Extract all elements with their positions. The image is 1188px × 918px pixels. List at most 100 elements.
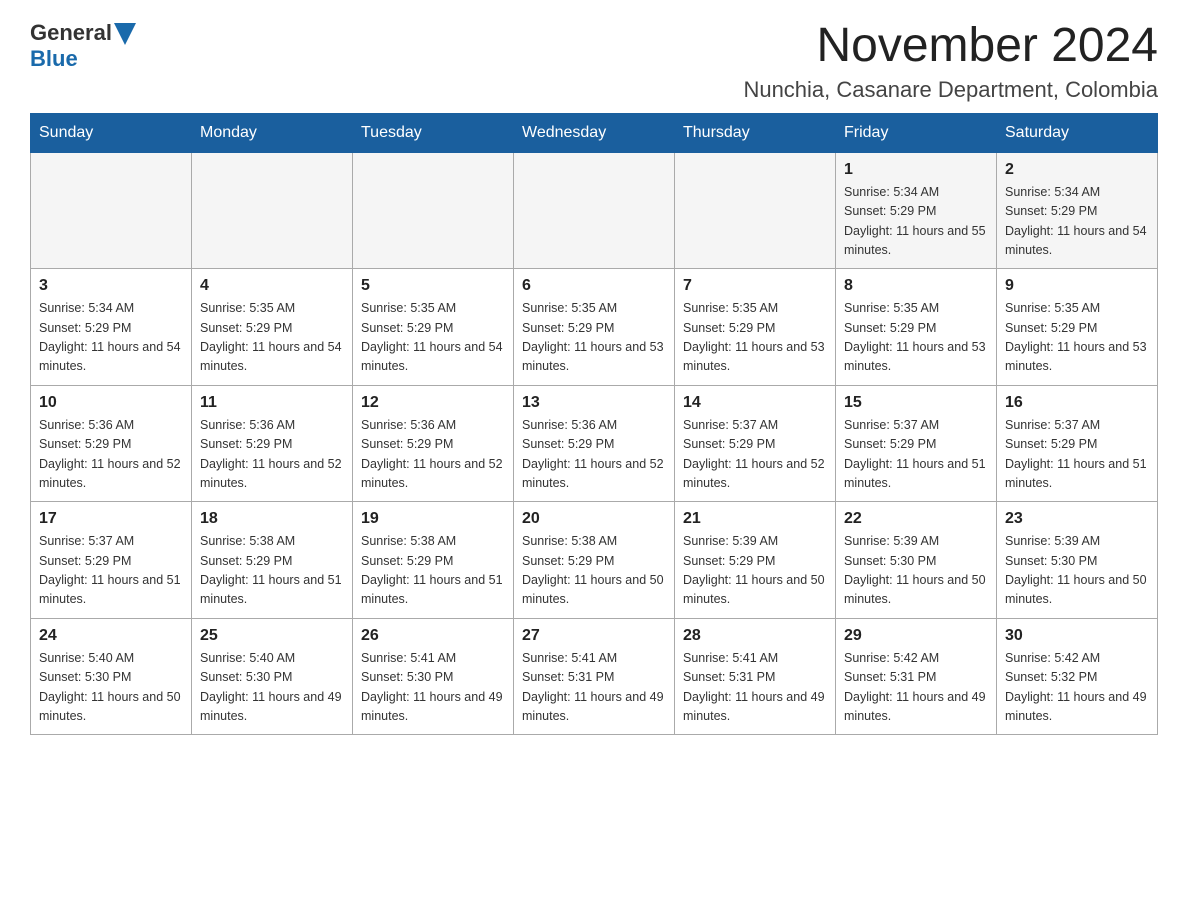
calendar-cell: 4 Sunrise: 5:35 AMSunset: 5:29 PMDaylight… — [192, 269, 353, 386]
day-number: 27 — [522, 627, 666, 645]
day-number: 11 — [200, 394, 344, 412]
day-number: 10 — [39, 394, 183, 412]
calendar-cell: 5 Sunrise: 5:35 AMSunset: 5:29 PMDaylight… — [353, 269, 514, 386]
day-number: 15 — [844, 394, 988, 412]
calendar-cell: 13 Sunrise: 5:36 AMSunset: 5:29 PMDayligh… — [514, 385, 675, 502]
day-number: 13 — [522, 394, 666, 412]
day-info: Sunrise: 5:39 AMSunset: 5:30 PMDaylight:… — [844, 532, 988, 610]
day-number: 26 — [361, 627, 505, 645]
calendar-cell: 8Sunrise: 5:35 AMSunset: 5:29 PMDaylight… — [836, 269, 997, 386]
day-number: 8 — [844, 277, 988, 295]
day-number: 20 — [522, 510, 666, 528]
calendar-cell: 9 Sunrise: 5:35 AMSunset: 5:29 PMDaylight… — [997, 269, 1158, 386]
calendar-cell: 26 Sunrise: 5:41 AMSunset: 5:30 PMDayligh… — [353, 618, 514, 735]
day-number: 18 — [200, 510, 344, 528]
day-info: Sunrise: 5:35 AMSunset: 5:29 PMDaylight:… — [1005, 299, 1149, 377]
day-number: 23 — [1005, 510, 1149, 528]
day-info: Sunrise: 5:37 AMSunset: 5:29 PMDaylight:… — [39, 532, 183, 610]
calendar-cell — [192, 152, 353, 269]
day-number: 3 — [39, 277, 183, 295]
calendar-week-5: 24 Sunrise: 5:40 AMSunset: 5:30 PMDayligh… — [31, 618, 1158, 735]
calendar-cell: 14 Sunrise: 5:37 AMSunset: 5:29 PMDayligh… — [675, 385, 836, 502]
column-header-sunday: Sunday — [31, 113, 192, 152]
calendar-cell: 22 Sunrise: 5:39 AMSunset: 5:30 PMDayligh… — [836, 502, 997, 619]
day-number: 14 — [683, 394, 827, 412]
calendar-cell: 6 Sunrise: 5:35 AMSunset: 5:29 PMDaylight… — [514, 269, 675, 386]
day-info: Sunrise: 5:37 AMSunset: 5:29 PMDaylight:… — [1005, 416, 1149, 494]
calendar-cell — [514, 152, 675, 269]
day-info: Sunrise: 5:35 AMSunset: 5:29 PMDaylight:… — [522, 299, 666, 377]
day-number: 4 — [200, 277, 344, 295]
day-info: Sunrise: 5:37 AMSunset: 5:29 PMDaylight:… — [844, 416, 988, 494]
calendar-table: SundayMondayTuesdayWednesdayThursdayFrid… — [30, 113, 1158, 736]
calendar-cell: 28Sunrise: 5:41 AMSunset: 5:31 PMDayligh… — [675, 618, 836, 735]
location-title: Nunchia, Casanare Department, Colombia — [743, 77, 1158, 103]
calendar-cell: 1Sunrise: 5:34 AMSunset: 5:29 PMDaylight… — [836, 152, 997, 269]
day-info: Sunrise: 5:40 AMSunset: 5:30 PMDaylight:… — [200, 649, 344, 727]
calendar-cell: 11 Sunrise: 5:36 AMSunset: 5:29 PMDayligh… — [192, 385, 353, 502]
column-header-thursday: Thursday — [675, 113, 836, 152]
column-header-saturday: Saturday — [997, 113, 1158, 152]
calendar-cell: 10 Sunrise: 5:36 AMSunset: 5:29 PMDayligh… — [31, 385, 192, 502]
calendar-cell: 19Sunrise: 5:38 AMSunset: 5:29 PMDayligh… — [353, 502, 514, 619]
calendar-cell: 25Sunrise: 5:40 AMSunset: 5:30 PMDayligh… — [192, 618, 353, 735]
calendar-week-3: 10 Sunrise: 5:36 AMSunset: 5:29 PMDayligh… — [31, 385, 1158, 502]
column-header-friday: Friday — [836, 113, 997, 152]
day-info: Sunrise: 5:38 AMSunset: 5:29 PMDaylight:… — [522, 532, 666, 610]
day-number: 17 — [39, 510, 183, 528]
calendar-cell: 7 Sunrise: 5:35 AMSunset: 5:29 PMDaylight… — [675, 269, 836, 386]
calendar-cell: 23 Sunrise: 5:39 AMSunset: 5:30 PMDayligh… — [997, 502, 1158, 619]
day-info: Sunrise: 5:41 AMSunset: 5:31 PMDaylight:… — [522, 649, 666, 727]
column-header-monday: Monday — [192, 113, 353, 152]
logo-triangle-icon — [114, 23, 136, 45]
day-info: Sunrise: 5:36 AMSunset: 5:29 PMDaylight:… — [361, 416, 505, 494]
day-info: Sunrise: 5:40 AMSunset: 5:30 PMDaylight:… — [39, 649, 183, 727]
logo: General Blue — [30, 20, 136, 72]
day-info: Sunrise: 5:35 AMSunset: 5:29 PMDaylight:… — [200, 299, 344, 377]
calendar-cell: 12Sunrise: 5:36 AMSunset: 5:29 PMDayligh… — [353, 385, 514, 502]
calendar-week-2: 3 Sunrise: 5:34 AMSunset: 5:29 PMDaylight… — [31, 269, 1158, 386]
calendar-cell: 2 Sunrise: 5:34 AMSunset: 5:29 PMDaylight… — [997, 152, 1158, 269]
logo-general-text: General — [30, 20, 112, 46]
calendar-cell: 20 Sunrise: 5:38 AMSunset: 5:29 PMDayligh… — [514, 502, 675, 619]
day-info: Sunrise: 5:35 AMSunset: 5:29 PMDaylight:… — [683, 299, 827, 377]
day-info: Sunrise: 5:39 AMSunset: 5:29 PMDaylight:… — [683, 532, 827, 610]
day-info: Sunrise: 5:34 AMSunset: 5:29 PMDaylight:… — [1005, 183, 1149, 261]
day-number: 6 — [522, 277, 666, 295]
day-number: 7 — [683, 277, 827, 295]
day-info: Sunrise: 5:36 AMSunset: 5:29 PMDaylight:… — [522, 416, 666, 494]
calendar-header-row: SundayMondayTuesdayWednesdayThursdayFrid… — [31, 113, 1158, 152]
day-number: 9 — [1005, 277, 1149, 295]
day-info: Sunrise: 5:34 AMSunset: 5:29 PMDaylight:… — [39, 299, 183, 377]
day-info: Sunrise: 5:41 AMSunset: 5:31 PMDaylight:… — [683, 649, 827, 727]
day-info: Sunrise: 5:39 AMSunset: 5:30 PMDaylight:… — [1005, 532, 1149, 610]
day-info: Sunrise: 5:42 AMSunset: 5:32 PMDaylight:… — [1005, 649, 1149, 727]
day-number: 22 — [844, 510, 988, 528]
calendar-week-4: 17 Sunrise: 5:37 AMSunset: 5:29 PMDayligh… — [31, 502, 1158, 619]
column-header-wednesday: Wednesday — [514, 113, 675, 152]
day-number: 30 — [1005, 627, 1149, 645]
day-number: 2 — [1005, 161, 1149, 179]
calendar-cell: 16 Sunrise: 5:37 AMSunset: 5:29 PMDayligh… — [997, 385, 1158, 502]
calendar-cell: 21 Sunrise: 5:39 AMSunset: 5:29 PMDayligh… — [675, 502, 836, 619]
day-number: 21 — [683, 510, 827, 528]
calendar-cell: 27 Sunrise: 5:41 AMSunset: 5:31 PMDayligh… — [514, 618, 675, 735]
day-number: 24 — [39, 627, 183, 645]
day-info: Sunrise: 5:36 AMSunset: 5:29 PMDaylight:… — [200, 416, 344, 494]
day-info: Sunrise: 5:35 AMSunset: 5:29 PMDaylight:… — [361, 299, 505, 377]
month-title: November 2024 — [743, 20, 1158, 73]
calendar-cell: 24 Sunrise: 5:40 AMSunset: 5:30 PMDayligh… — [31, 618, 192, 735]
day-info: Sunrise: 5:41 AMSunset: 5:30 PMDaylight:… — [361, 649, 505, 727]
logo-blue-text: Blue — [30, 46, 78, 71]
calendar-cell: 18Sunrise: 5:38 AMSunset: 5:29 PMDayligh… — [192, 502, 353, 619]
day-info: Sunrise: 5:36 AMSunset: 5:29 PMDaylight:… — [39, 416, 183, 494]
day-number: 16 — [1005, 394, 1149, 412]
calendar-cell: 3 Sunrise: 5:34 AMSunset: 5:29 PMDaylight… — [31, 269, 192, 386]
day-number: 5 — [361, 277, 505, 295]
day-info: Sunrise: 5:37 AMSunset: 5:29 PMDaylight:… — [683, 416, 827, 494]
calendar-week-1: 1Sunrise: 5:34 AMSunset: 5:29 PMDaylight… — [31, 152, 1158, 269]
day-number: 29 — [844, 627, 988, 645]
day-info: Sunrise: 5:42 AMSunset: 5:31 PMDaylight:… — [844, 649, 988, 727]
calendar-cell — [31, 152, 192, 269]
day-number: 19 — [361, 510, 505, 528]
